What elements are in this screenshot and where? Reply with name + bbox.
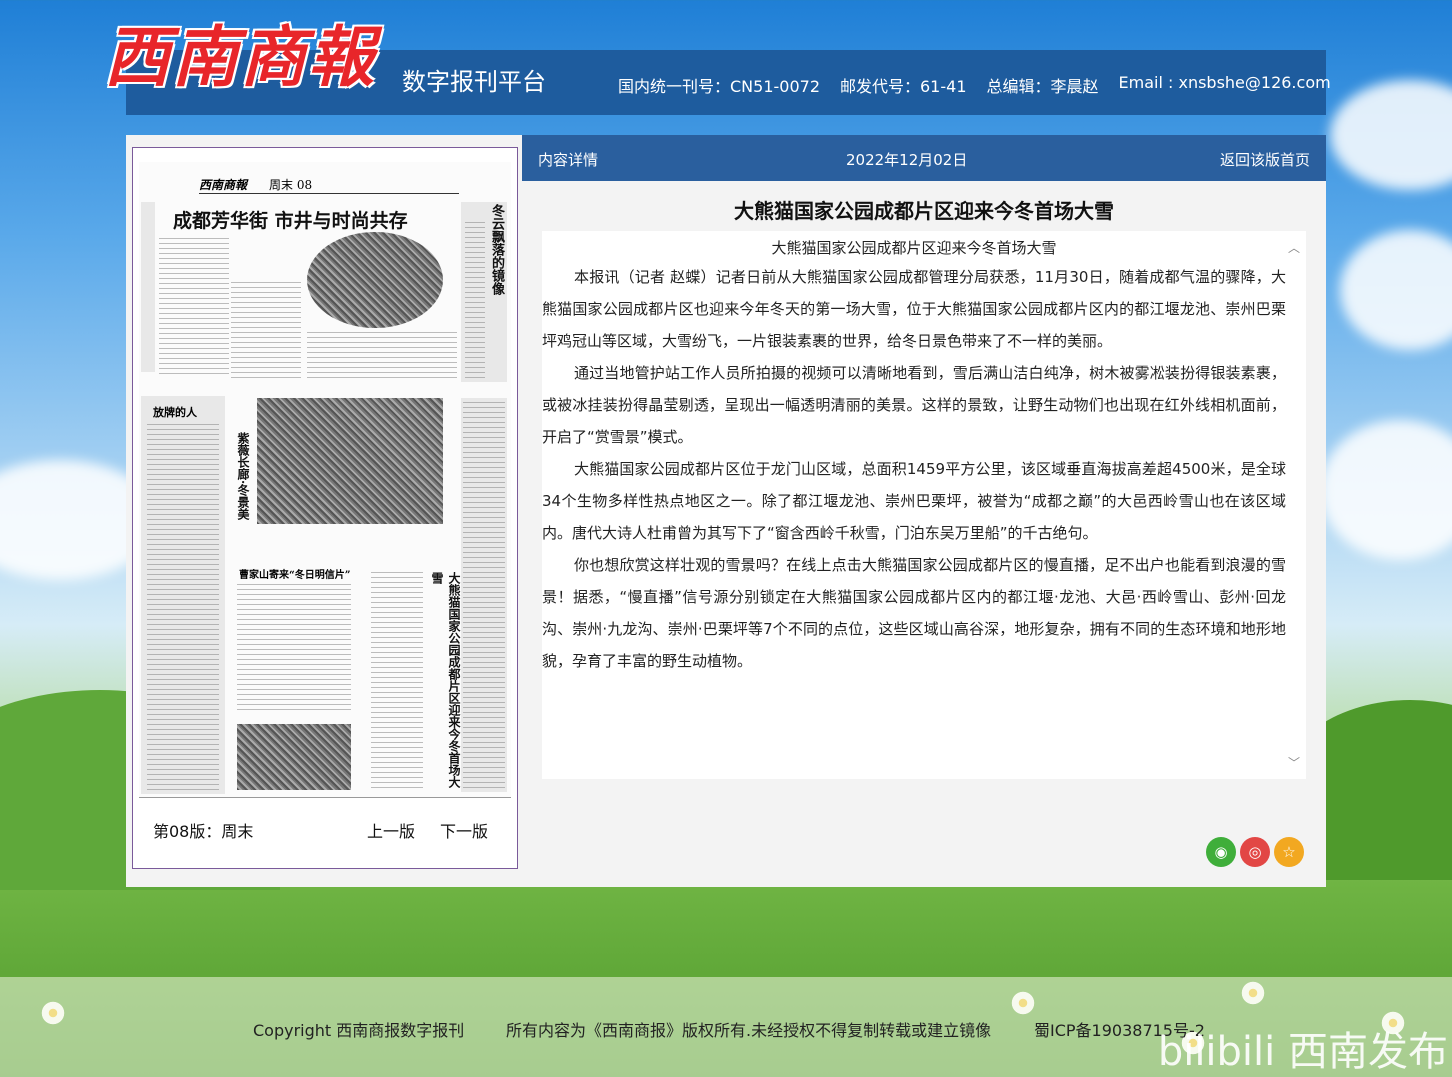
paper-text-block xyxy=(159,238,229,378)
paper-photo-street[interactable] xyxy=(307,232,443,328)
wechat-icon[interactable]: ◉ xyxy=(1206,837,1236,867)
newspaper-logo[interactable]: 西南商報 xyxy=(104,14,384,100)
article-subtitle: 大熊猫国家公园成都片区迎来今冬首场大雪 xyxy=(771,239,1057,257)
paper-headline[interactable]: 成都芳华街 市井与时尚共存 xyxy=(173,206,408,233)
article-paragraph: 大熊猫国家公园成都片区位于龙门山区域，总面积1459平方公里，该区域垂直海拔高差… xyxy=(542,460,1286,542)
header-info: 国内统一刊号：CN51-0072 邮发代号：61-41 总编辑：李晨赵 Emai… xyxy=(618,73,1331,97)
paper-vertical-title[interactable]: 紫薇长廊·冬景美 xyxy=(235,432,252,532)
platform-name: 数字报刊平台 xyxy=(402,68,546,96)
paper-text-block xyxy=(237,584,351,714)
article-paragraph: 本报讯（记者 赵蝶）记者日前从大熊猫国家公园成都管理分局获悉，11月30日，随着… xyxy=(542,268,1286,350)
issue-date: 2022年12月02日 xyxy=(846,151,968,169)
article-content: 大熊猫国家公园成都片区迎来今冬首场大雪 本报讯（记者 赵蝶）记者日前从大熊猫国家… xyxy=(542,231,1286,677)
article-title: 大熊猫国家公园成都片区迎来今冬首场大雪 xyxy=(734,199,1114,223)
paper-photo-snow[interactable] xyxy=(237,724,351,790)
paper-masthead-logo: 西南商報 xyxy=(199,178,248,192)
article-info-bar: 内容详情 2022年12月02日 返回该版首页 xyxy=(522,135,1326,181)
page-label: 第08版：周末 xyxy=(153,822,254,841)
paper-masthead-page: 周末 08 xyxy=(269,178,313,192)
newspaper-page-thumbnail[interactable]: 西南商報 周末 08 成都芳华街 市井与时尚共存 冬云飘落的镜像 放牌的人 紫薇… xyxy=(139,162,511,798)
paper-vertical-title[interactable]: 冬云飘落的镜像 xyxy=(487,204,506,364)
next-page-button[interactable]: 下一版 xyxy=(440,818,488,842)
editor-text: 总编辑：李晨赵 xyxy=(986,77,1099,96)
footer-copyright: Copyright 西南商报数字报刊 xyxy=(253,1021,465,1040)
paper-photo-corridor[interactable] xyxy=(257,398,443,524)
article-paragraph: 你也想欣赏这样壮观的雪景吗？在线上点击大熊猫国家公园成都片区的慢直播，足不出户也… xyxy=(542,556,1286,670)
paper-section-head[interactable]: 放牌的人 xyxy=(153,404,197,420)
prev-page-button[interactable]: 上一版 xyxy=(367,818,415,842)
article-body-scroll[interactable]: 大熊猫国家公园成都片区迎来今冬首场大雪 本报讯（记者 赵蝶）记者日前从大熊猫国家… xyxy=(542,231,1306,779)
paper-section-head[interactable]: 曹家山寄来“冬日明信片” xyxy=(239,566,351,581)
back-to-page-link[interactable]: 返回该版首页 xyxy=(1220,149,1310,170)
content-detail-label: 内容详情 xyxy=(538,151,599,169)
scroll-up-icon[interactable]: ︿ xyxy=(1288,239,1300,256)
paper-masthead: 西南商報 周末 08 xyxy=(199,176,459,194)
star-icon[interactable]: ☆ xyxy=(1274,837,1304,867)
paper-text-block xyxy=(307,332,457,378)
paper-text-block xyxy=(147,424,219,790)
main-panel: 西南商報 周末 08 成都芳华街 市井与时尚共存 冬云飘落的镜像 放牌的人 紫薇… xyxy=(126,135,1326,887)
footer-rights: 所有内容为《西南商报》版权所有.未经授权不得复制转载或建立镜像 xyxy=(506,1021,992,1040)
issn-text: 国内统一刊号：CN51-0072 xyxy=(618,77,820,96)
paper-side-strip xyxy=(141,202,155,372)
article-paragraph: 通过当地管护站工作人员所拍摄的视频可以清晰地看到，雪后满山洁白纯净，树木被雾凇装… xyxy=(542,364,1286,446)
paper-text-block xyxy=(463,402,505,792)
paper-vertical-title[interactable]: 大熊猫国家公园成都片区迎来今冬首场大雪 xyxy=(429,572,463,792)
weibo-icon[interactable]: ◎ xyxy=(1240,837,1270,867)
scroll-down-icon[interactable]: ﹀ xyxy=(1288,754,1300,771)
paper-text-block xyxy=(465,222,485,382)
paper-text-block xyxy=(371,572,423,788)
footer: Copyright 西南商报数字报刊 所有内容为《西南商报》版权所有.未经授权不… xyxy=(0,977,1452,1077)
email-text: Email : xnsbshe@126.com xyxy=(1118,73,1331,92)
paper-text-block xyxy=(231,282,301,378)
postal-code-text: 邮发代号：61-41 xyxy=(840,77,967,96)
page-preview-pane: 西南商報 周末 08 成都芳华街 市井与时尚共存 冬云飘落的镜像 放牌的人 紫薇… xyxy=(132,147,518,869)
watermark-logo: bilibili 西南发布 xyxy=(1157,1029,1448,1075)
article-pane: 内容详情 2022年12月02日 返回该版首页 大熊猫国家公园成都片区迎来今冬首… xyxy=(522,135,1326,887)
